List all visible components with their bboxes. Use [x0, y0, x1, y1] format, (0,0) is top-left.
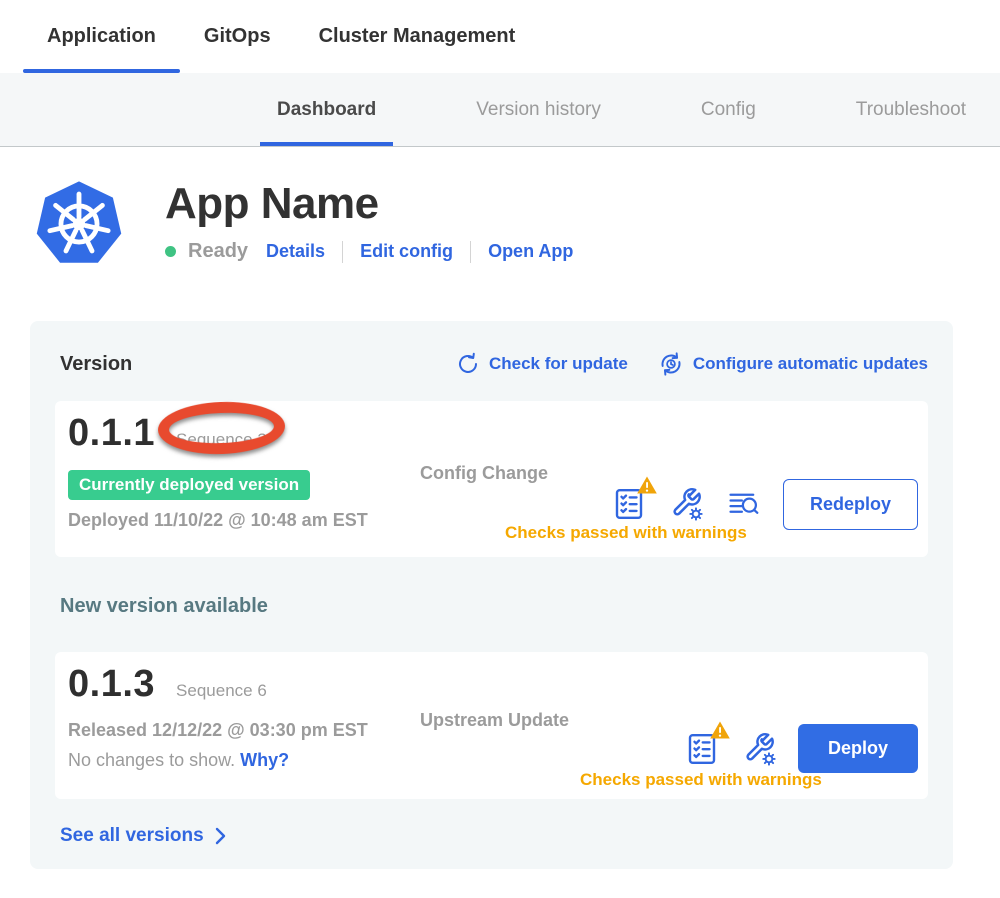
version-panel-title: Version: [60, 353, 132, 376]
configure-automatic-updates-label: Configure automatic updates: [693, 354, 928, 374]
current-version-card: 0.1.1 Sequence 3 Currently deployed vers…: [55, 401, 928, 557]
new-version-heading: New version available: [60, 595, 928, 618]
open-app-link[interactable]: Open App: [488, 241, 573, 262]
currently-deployed-badge: Currently deployed version: [68, 470, 310, 500]
tab-troubleshoot[interactable]: Troubleshoot: [839, 73, 983, 146]
details-link[interactable]: Details: [266, 241, 325, 262]
version-panel: Version Check for update: [30, 321, 953, 869]
check-for-update-button[interactable]: Check for update: [456, 352, 628, 376]
tab-dashboard[interactable]: Dashboard: [260, 73, 393, 146]
tab-config[interactable]: Config: [684, 73, 773, 146]
warning-triangle-icon: [636, 475, 658, 495]
see-all-versions-link[interactable]: See all versions: [60, 825, 226, 847]
app-header: App Name Ready Details Edit config Open …: [35, 179, 1000, 269]
preflight-checks-icon-button[interactable]: [611, 485, 647, 523]
warning-triangle-icon: [709, 720, 731, 740]
wrench-gear-icon[interactable]: [740, 730, 778, 768]
deployed-timestamp: Deployed 11/10/22 @ 10:48 am EST: [68, 510, 420, 531]
deploy-button[interactable]: Deploy: [798, 724, 918, 773]
current-version-sequence: Sequence 3: [176, 430, 267, 450]
check-for-update-label: Check for update: [489, 354, 628, 374]
available-version-card: 0.1.3 Sequence 6 Released 12/12/22 @ 03:…: [55, 652, 928, 799]
preflight-checks-icon-button[interactable]: [684, 730, 720, 768]
no-changes-note: No changes to show.: [68, 750, 235, 770]
released-timestamp: Released 12/12/22 @ 03:30 pm EST: [68, 720, 420, 741]
current-version-number: 0.1.1: [68, 412, 155, 455]
current-version-checks-status: Checks passed with warnings: [505, 523, 747, 543]
app-sub-nav: Dashboard Version history Config Trouble…: [0, 73, 1000, 147]
top-tab-cluster-management[interactable]: Cluster Management: [295, 0, 540, 73]
available-version-number: 0.1.3: [68, 663, 155, 706]
top-tab-gitops[interactable]: GitOps: [180, 0, 295, 73]
edit-config-link[interactable]: Edit config: [360, 241, 453, 262]
redeploy-button[interactable]: Redeploy: [783, 479, 918, 530]
page: Application GitOps Cluster Management Da…: [0, 0, 1000, 898]
page-title: App Name: [165, 181, 573, 227]
configure-automatic-updates-button[interactable]: Configure automatic updates: [658, 351, 928, 377]
available-version-source-type: Upstream Update: [420, 710, 569, 799]
see-all-versions-label: See all versions: [60, 825, 204, 847]
auto-update-clock-icon: [658, 351, 684, 377]
why-link[interactable]: Why?: [240, 750, 289, 770]
primary-nav: Application GitOps Cluster Management: [0, 0, 1000, 73]
status-badge: Ready: [188, 240, 248, 263]
kubernetes-logo: [35, 179, 123, 269]
top-tab-application[interactable]: Application: [23, 0, 180, 73]
divider: [470, 241, 471, 263]
available-version-checks-status: Checks passed with warnings: [580, 770, 822, 790]
status-dot-green: [165, 246, 176, 257]
available-version-sequence: Sequence 6: [176, 681, 267, 701]
chevron-right-icon: [215, 827, 226, 845]
divider: [342, 241, 343, 263]
tab-version-history[interactable]: Version history: [459, 73, 618, 146]
refresh-icon: [456, 352, 480, 376]
wrench-gear-icon[interactable]: [667, 485, 705, 523]
diff-magnifier-icon[interactable]: [725, 487, 763, 521]
